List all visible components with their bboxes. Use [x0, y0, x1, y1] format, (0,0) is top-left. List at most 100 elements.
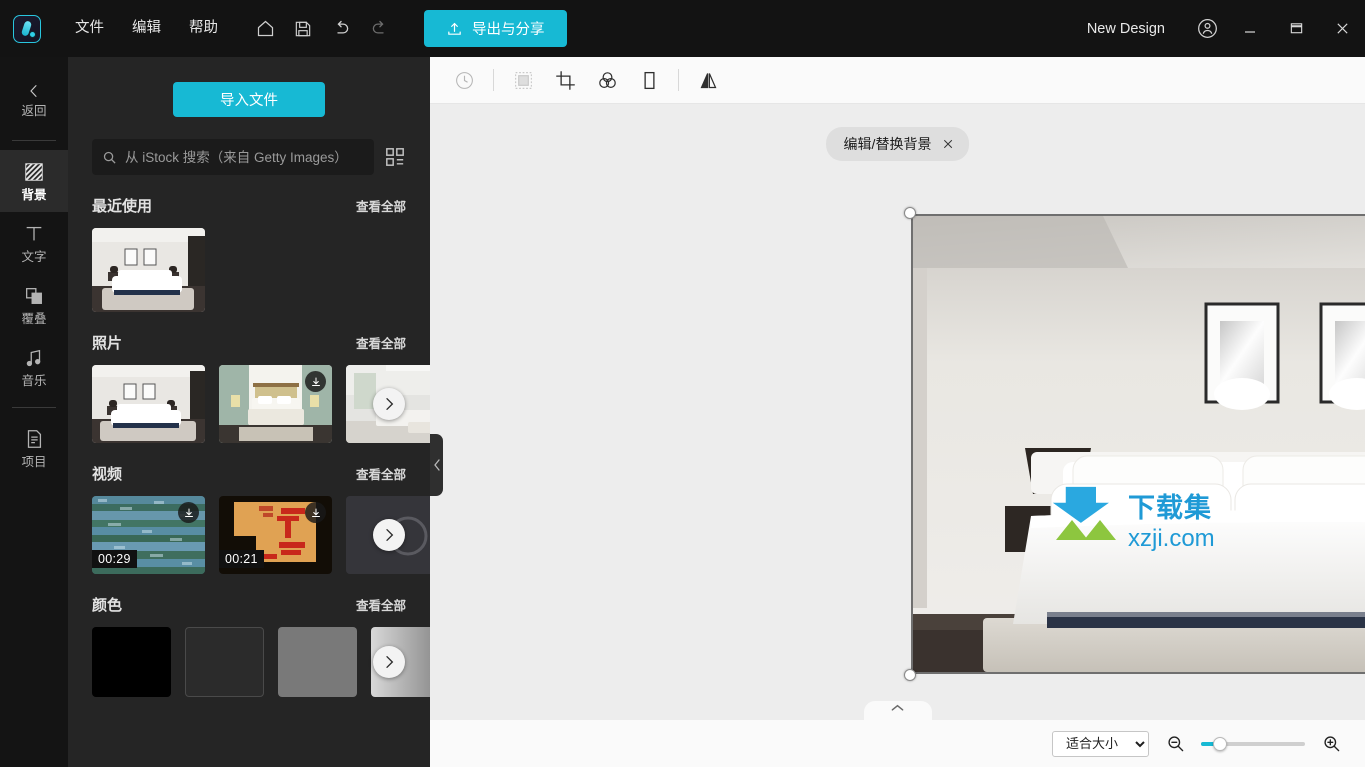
zoom-bar: 适合大小 [430, 720, 1365, 767]
sidebar-item-project[interactable]: 项目 [0, 417, 68, 479]
photos-next-arrow[interactable] [373, 388, 405, 420]
view-all-colors[interactable]: 查看全部 [356, 595, 406, 614]
resize-handle-top-left[interactable] [904, 207, 916, 219]
zoom-slider[interactable] [1201, 736, 1305, 751]
download-icon[interactable] [305, 502, 326, 523]
expand-timeline-handle[interactable] [863, 701, 932, 720]
rail-divider-top [12, 140, 56, 141]
list-item[interactable] [92, 228, 205, 312]
logo-badge-shape [29, 30, 36, 38]
collapse-panel-handle[interactable] [430, 434, 443, 496]
zoom-in-icon[interactable] [1319, 732, 1343, 756]
color-adjust-icon[interactable] [587, 60, 627, 100]
thumb-row-recent [68, 228, 430, 312]
download-icon[interactable] [305, 371, 326, 392]
list-item[interactable] [92, 365, 205, 443]
sidebar-item-music[interactable]: 音乐 [0, 336, 68, 398]
upload-icon [446, 20, 463, 37]
videos-next-arrow[interactable] [373, 519, 405, 551]
color-swatch-mid-gray[interactable] [278, 627, 357, 697]
crop-icon[interactable] [545, 60, 585, 100]
chevron-left-icon [433, 459, 440, 471]
chip-label: 编辑/替换背景 [843, 136, 932, 152]
close-icon[interactable] [941, 137, 955, 151]
color-swatch-black[interactable] [92, 627, 171, 697]
sidebar-item-text[interactable]: 文字 [0, 212, 68, 274]
chevron-right-icon [386, 656, 394, 668]
close-icon[interactable] [1319, 0, 1365, 57]
overlay-layers-icon [23, 285, 45, 307]
fit-size-select[interactable]: 适合大小 [1052, 730, 1149, 757]
clock-history-icon[interactable] [444, 60, 484, 100]
sidebar-item-background-label: 背景 [21, 187, 47, 202]
app-body: 返回 背景 文字 覆叠 音乐 项目 导入文件 从 iStock 搜索（来自 Ge… [0, 57, 1365, 767]
rail-back-button[interactable]: 返回 [0, 69, 68, 131]
account-circle-icon[interactable] [1187, 9, 1227, 49]
colors-next-arrow[interactable] [373, 646, 405, 678]
maximize-icon[interactable] [1273, 0, 1319, 57]
document-title: New Design [1086, 20, 1165, 37]
search-input[interactable] [125, 149, 364, 165]
istock-search-box[interactable] [92, 139, 374, 175]
redo-icon[interactable] [362, 12, 396, 46]
aspect-portrait-icon[interactable] [629, 60, 669, 100]
bedroom-white-thumbnail [92, 365, 205, 443]
zoom-out-icon[interactable] [1163, 732, 1187, 756]
import-file-button[interactable]: 导入文件 [173, 82, 325, 117]
window-controls-area: New Design [1087, 0, 1365, 57]
section-title-colors: 颜色 [92, 597, 123, 614]
menu-bar: 文件 编辑 帮助 [61, 15, 232, 42]
undo-icon[interactable] [324, 12, 358, 46]
view-all-photos[interactable]: 查看全部 [356, 333, 406, 352]
section-header-recent: 最近使用 查看全部 [68, 195, 430, 216]
swatch-row-colors [68, 627, 430, 697]
flip-horizontal-icon[interactable] [688, 60, 728, 100]
menu-help[interactable]: 帮助 [175, 15, 232, 42]
view-all-videos[interactable]: 查看全部 [356, 464, 406, 483]
section-title-videos: 视频 [92, 466, 123, 483]
watermark-line2: xzji.com [1128, 525, 1215, 552]
chevron-right-icon [386, 529, 394, 541]
grid-view-icon[interactable] [384, 146, 406, 168]
chevron-right-icon [386, 398, 394, 410]
list-item[interactable] [219, 365, 332, 443]
sidebar-item-background[interactable]: 背景 [0, 150, 68, 212]
download-icon[interactable] [178, 502, 199, 523]
sidebar-item-project-label: 项目 [21, 454, 47, 469]
thumb-row-videos: 00:29 00:21 [68, 496, 430, 574]
chevron-left-icon [30, 84, 37, 97]
sidebar-item-music-label: 音乐 [21, 373, 47, 388]
export-share-label: 导出与分享 [472, 22, 545, 38]
section-header-videos: 视频 查看全部 [68, 463, 430, 484]
edit-replace-background-chip[interactable]: 编辑/替换背景 [825, 127, 970, 161]
zoom-slider-knob[interactable] [1213, 736, 1227, 751]
home-icon[interactable] [248, 12, 282, 46]
text-t-icon [23, 223, 45, 245]
chevron-up-icon [891, 704, 904, 711]
title-bar: 文件 编辑 帮助 导出与分享 New Design [0, 0, 1365, 57]
sidebar-item-text-label: 文字 [21, 249, 47, 264]
resize-handle-bottom-left[interactable] [904, 669, 916, 681]
view-all-recent[interactable]: 查看全部 [356, 196, 406, 215]
fit-frame-icon[interactable] [503, 60, 543, 100]
assets-panel: 导入文件 从 iStock 搜索（来自 Getty Images） 最近使用 查… [68, 57, 430, 767]
list-item[interactable]: 00:29 [92, 496, 205, 574]
selection-outline [911, 214, 1365, 674]
search-icon [102, 150, 117, 165]
save-icon[interactable] [286, 12, 320, 46]
sidebar-item-overlay[interactable]: 覆叠 [0, 274, 68, 336]
bedroom-thumbnail-image [92, 228, 205, 312]
list-item[interactable]: 00:21 [219, 496, 332, 574]
thumb-row-photos [68, 365, 430, 443]
rail-divider-bottom [12, 407, 56, 408]
selected-image-frame[interactable] [904, 207, 1365, 681]
menu-edit[interactable]: 编辑 [118, 15, 175, 42]
left-rail: 返回 背景 文字 覆叠 音乐 项目 [0, 57, 68, 767]
app-logo-icon[interactable] [13, 14, 41, 43]
color-swatch-dark-gray[interactable] [185, 627, 264, 697]
export-share-button[interactable]: 导出与分享 [424, 10, 567, 47]
minimize-icon[interactable] [1227, 0, 1273, 57]
canvas-stage: 编辑/替换背景 下载集 xzji.com [430, 104, 1365, 720]
search-row [68, 117, 430, 175]
menu-file[interactable]: 文件 [61, 15, 118, 42]
